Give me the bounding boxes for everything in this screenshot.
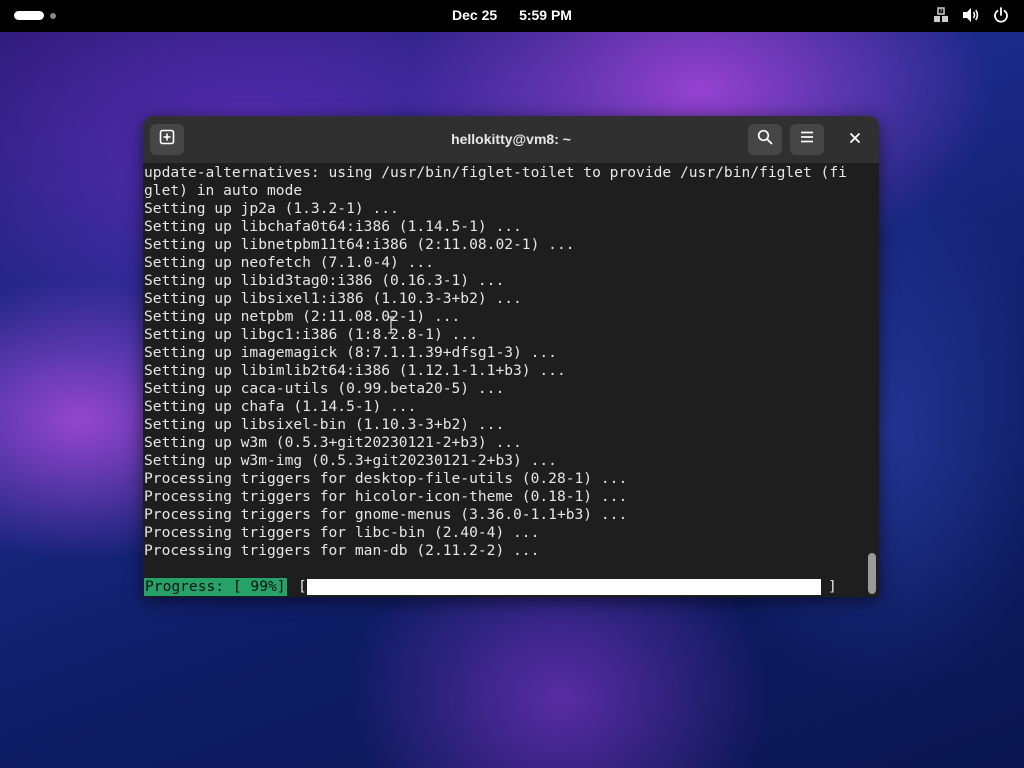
menu-button[interactable] (790, 124, 824, 155)
terminal-line: Setting up caca-utils (0.99.beta20-5) ..… (144, 380, 505, 397)
terminal-line: Setting up chafa (1.14.5-1) ... (144, 398, 417, 415)
scrollbar-thumb[interactable] (868, 553, 876, 594)
clock-time: 5:59 PM (519, 7, 572, 23)
progress-label: Progress: [ 99%] (144, 578, 287, 596)
search-button[interactable] (748, 124, 782, 155)
close-button[interactable] (843, 128, 867, 152)
terminal-line: Setting up libchafa0t64:i386 (1.14.5-1) … (144, 218, 522, 235)
terminal-output[interactable]: update-alternatives: using /usr/bin/figl… (143, 163, 865, 597)
terminal-lines: update-alternatives: using /usr/bin/figl… (144, 164, 847, 560)
accessibility-icon[interactable]: ? (932, 6, 950, 24)
terminal-line: Setting up neofetch (7.1.0-4) ... (144, 254, 434, 271)
progress-bar (307, 579, 821, 595)
ibeam-cursor-icon (387, 316, 395, 334)
terminal-line: Processing triggers for libc-bin (2.40-4… (144, 524, 540, 541)
progress-row: Progress: [ 99%] [ ] (144, 578, 864, 596)
system-tray[interactable]: ? (932, 6, 1010, 24)
volume-icon[interactable] (962, 6, 980, 24)
terminal-line: Setting up libnetpbm11t64:i386 (2:11.08.… (144, 236, 575, 253)
terminal-line: glet) in auto mode (144, 182, 303, 199)
power-icon[interactable] (992, 6, 1010, 24)
terminal-line: Setting up libid3tag0:i386 (0.16.3-1) ..… (144, 272, 505, 289)
scrollbar-track[interactable] (865, 163, 879, 597)
terminal-line: Processing triggers for desktop-file-uti… (144, 470, 628, 487)
terminal-line: Setting up w3m-img (0.5.3+git20230121-2+… (144, 452, 557, 469)
menu-icon (799, 129, 815, 150)
progress-bracket-open: [ (298, 578, 307, 595)
search-icon (757, 129, 773, 150)
terminal-line: Setting up netpbm (2:11.08.02-1) ... (144, 308, 461, 325)
close-icon (849, 131, 861, 149)
terminal-line: update-alternatives: using /usr/bin/figl… (144, 164, 847, 181)
terminal-line: Processing triggers for gnome-menus (3.3… (144, 506, 628, 523)
terminal-line: Processing triggers for man-db (2.11.2-2… (144, 542, 540, 559)
terminal-line: Setting up libsixel1:i386 (1.10.3-3+b2) … (144, 290, 522, 307)
terminal-line: Setting up imagemagick (8:7.1.1.39+dfsg1… (144, 344, 557, 361)
clock-date: Dec 25 (452, 7, 498, 23)
terminal-line: Setting up libgc1:i386 (1:8.2.8-1) ... (144, 326, 478, 343)
titlebar[interactable]: hellokitty@vm8: ~ (143, 116, 879, 163)
terminal-line: Setting up w3m (0.5.3+git20230121-2+b3) … (144, 434, 522, 451)
terminal-line: Setting up libsixel-bin (1.10.3-3+b2) ..… (144, 416, 505, 433)
svg-text:?: ? (939, 9, 942, 16)
terminal-line: Processing triggers for hicolor-icon-the… (144, 488, 628, 505)
terminal-window[interactable]: hellokitty@vm8: ~ update-alternatives: u… (143, 116, 879, 597)
terminal-line: Setting up jp2a (1.3.2-1) ... (144, 200, 399, 217)
terminal-line: Setting up libimlib2t64:i386 (1.12.1-1.1… (144, 362, 566, 379)
top-bar: Dec 25 5:59 PM ? (0, 0, 1024, 32)
progress-bracket-close: ] (828, 578, 837, 595)
clock[interactable]: Dec 25 5:59 PM (0, 7, 1024, 23)
